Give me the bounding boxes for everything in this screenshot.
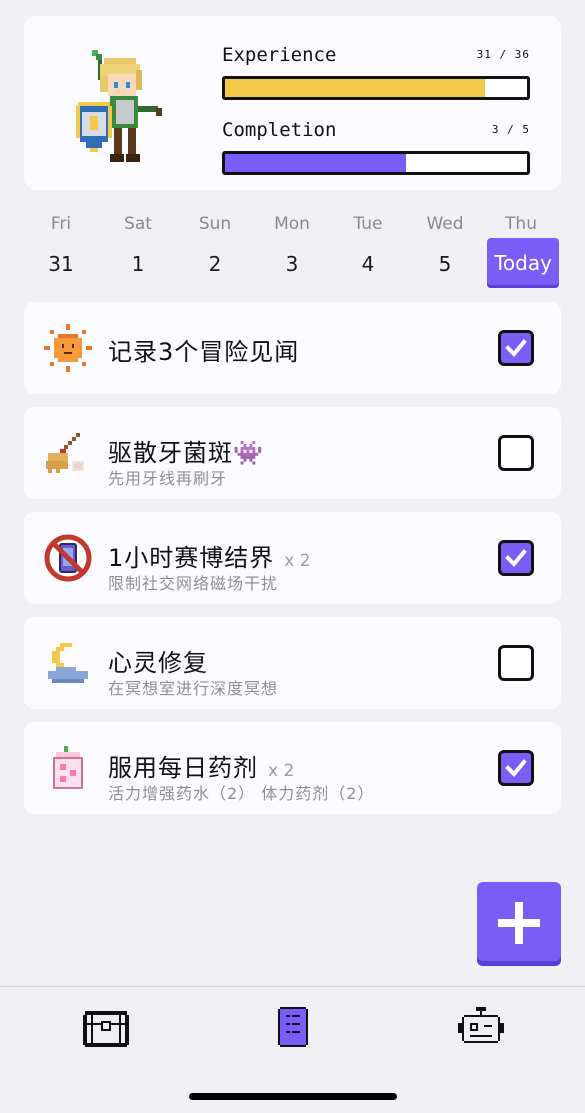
completion-label: Completion: [222, 119, 337, 141]
experience-stat: Experience 31 / 36: [222, 44, 530, 100]
completion-stat: Completion 3 / 5: [222, 119, 530, 175]
scroll-list-icon: [278, 1007, 308, 1047]
day-sun[interactable]: Sun 2: [179, 210, 251, 292]
task-title: 服用每日药剂: [108, 754, 258, 782]
task-subtitle: 先用牙线再刷牙: [108, 469, 228, 488]
task-checkbox[interactable]: [498, 540, 534, 576]
day-wed[interactable]: Wed 5: [409, 210, 481, 292]
today-badge: Today: [487, 238, 559, 288]
day-mon[interactable]: Mon 3: [256, 210, 328, 292]
task-item[interactable]: 记录3个冒险见闻: [24, 302, 561, 394]
checkmark-icon: [505, 549, 527, 567]
sun-icon: [44, 324, 92, 372]
completion-bar-fill: [225, 154, 407, 172]
nav-tasks[interactable]: [268, 1005, 318, 1049]
task-item[interactable]: 心灵修复 在冥想室进行深度冥想: [24, 617, 561, 709]
task-checkbox[interactable]: [498, 750, 534, 786]
day-name: Mon: [274, 214, 310, 234]
task-checkbox[interactable]: [498, 435, 534, 471]
task-item[interactable]: 服用每日药剂 x 2 活力增强药水（2） 体力药剂（2）: [24, 722, 561, 814]
day-number: 2: [208, 252, 222, 276]
task-multiplier: x 2: [284, 551, 311, 571]
experience-bar-fill: [225, 79, 486, 97]
task-subtitle: 在冥想室进行深度冥想: [108, 679, 279, 698]
checkmark-icon: [505, 759, 527, 777]
day-tue[interactable]: Tue 4: [332, 210, 404, 292]
no-phone-icon: [44, 534, 92, 582]
day-number: 4: [361, 252, 375, 276]
task-title: 1小时赛博结界: [108, 544, 275, 572]
day-number: 31: [48, 252, 74, 276]
experience-bar: [222, 76, 530, 100]
day-name: Fri: [50, 214, 72, 234]
plus-icon: [498, 902, 540, 944]
task-item[interactable]: 1小时赛博结界 x 2 限制社交网络磁场干扰: [24, 512, 561, 604]
task-title: 记录3个冒险见闻: [108, 338, 300, 366]
profile-card: Experience 31 / 36 Completion 3 / 5: [24, 16, 561, 190]
task-checkbox[interactable]: [498, 645, 534, 681]
task-item[interactable]: 驱散牙菌斑👾 先用牙线再刷牙: [24, 407, 561, 499]
day-number: 3: [285, 252, 299, 276]
task-subtitle: 限制社交网络磁场干扰: [108, 574, 279, 593]
checkmark-icon: [505, 339, 527, 357]
day-name: Sat: [124, 214, 152, 234]
potion-carton-icon: [53, 746, 83, 789]
broom-icon: [46, 433, 84, 473]
day-name: Wed: [426, 214, 464, 234]
treasure-chest-icon: [83, 1011, 129, 1047]
knight-avatar-icon[interactable]: [76, 46, 168, 172]
experience-count: 31 / 36: [476, 48, 530, 61]
task-subtitle: 活力增强药水（2） 体力药剂（2）: [108, 784, 375, 803]
task-title: 心灵修复: [108, 649, 208, 677]
nav-inventory[interactable]: [81, 1005, 131, 1049]
completion-count: 3 / 5: [491, 123, 530, 136]
day-name: Tue: [353, 214, 383, 234]
add-task-button[interactable]: [477, 882, 561, 966]
task-title: 驱散牙菌斑👾: [108, 439, 264, 467]
nav-profile[interactable]: [456, 1005, 506, 1049]
day-name: Sun: [198, 214, 232, 234]
task-multiplier: x 2: [268, 761, 295, 781]
moon-cloud-icon: [48, 643, 88, 683]
day-number: 5: [438, 252, 452, 276]
day-fri[interactable]: Fri 31: [25, 210, 97, 292]
week-selector: Fri 31 Sat 1 Sun 2 Mon 3 Tue 4 Wed 5 Thu…: [24, 210, 561, 292]
task-checkbox[interactable]: [498, 330, 534, 366]
robot-icon: [458, 1007, 504, 1043]
day-name: Thu: [505, 214, 537, 234]
day-today[interactable]: Thu Today: [485, 210, 559, 292]
completion-bar: [222, 151, 530, 175]
home-indicator: [189, 1093, 397, 1100]
day-number: 1: [131, 252, 145, 276]
day-sat[interactable]: Sat 1: [102, 210, 174, 292]
